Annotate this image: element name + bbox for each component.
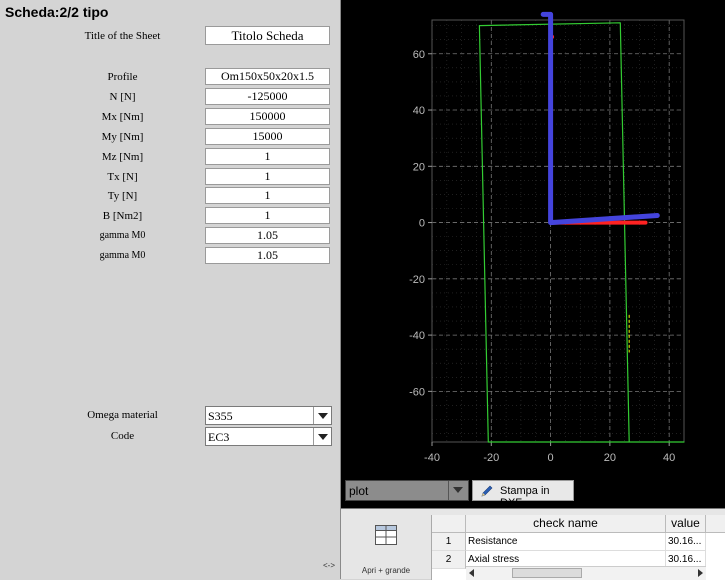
x-tick-label: -20 [483, 452, 499, 464]
profile-input[interactable]: Om150x50x20x1.5 [205, 68, 330, 85]
table-icon [375, 525, 397, 545]
x-tick-label: 40 [663, 452, 675, 464]
y-tick-label: -20 [409, 274, 425, 286]
open-large-label: Apri + grande [361, 566, 411, 575]
print-dxf-button[interactable]: Stampa in DXF [472, 480, 574, 509]
profile-label: Profile [107, 71, 138, 83]
series-red [548, 34, 648, 225]
n-label: N [N] [109, 91, 136, 103]
code-value: EC3 [208, 430, 230, 444]
section-plot[interactable]: -40 -20 0 20 40 60 40 20 0 -20 -40 -60 [341, 0, 725, 478]
y-tick-label: -40 [409, 330, 425, 342]
table-cell-check-name[interactable]: Resistance [466, 533, 666, 551]
gamma-m0-input[interactable]: 1.05 [205, 227, 330, 244]
chevron-down-icon[interactable] [313, 428, 331, 445]
tx-label: Tx [N] [107, 171, 138, 183]
plot-frame [431, 19, 685, 443]
open-large-button[interactable]: Apri + grande [351, 513, 421, 575]
omega-material-value: S355 [208, 409, 233, 423]
x-tick-label: -40 [424, 452, 440, 464]
results-panel: Apri + grande check name value 1 Resista… [341, 508, 725, 580]
omega-material-select[interactable]: S355 [205, 406, 332, 425]
gamma-m0-label-2: gamma M0 [99, 250, 146, 261]
resize-handle-icon[interactable]: <-> [323, 561, 335, 570]
plot-tick-labels: -40 -20 0 20 40 60 40 20 0 -20 -40 -60 [409, 49, 675, 464]
series-blue [540, 11, 660, 226]
chevron-down-icon[interactable] [448, 481, 468, 500]
pencil-icon [481, 485, 493, 497]
title-of-sheet-input[interactable]: Titolo Scheda [205, 26, 330, 45]
scroll-right-icon[interactable] [698, 569, 703, 577]
b-label: B [Nm2] [102, 210, 143, 222]
n-input[interactable]: -125000 [205, 88, 330, 105]
my-label: My [Nm] [101, 131, 144, 143]
my-input[interactable]: 15000 [205, 128, 330, 145]
mx-label: Mx [Nm] [101, 111, 144, 123]
row-number: 2 [432, 551, 466, 569]
omega-material-label: Omega material [87, 409, 158, 421]
gamma-m0-label: gamma M0 [99, 230, 146, 241]
mz-input[interactable]: 1 [205, 148, 330, 165]
table-cell-value[interactable]: 30.16... [666, 533, 706, 551]
code-select[interactable]: EC3 [205, 427, 332, 446]
y-tick-label: 40 [413, 105, 425, 117]
horizontal-scrollbar[interactable] [466, 566, 706, 580]
plot-panel: -40 -20 0 20 40 60 40 20 0 -20 -40 -60 plot Stampa … [341, 0, 725, 509]
scrollbar-thumb[interactable] [512, 568, 582, 578]
row-number-header [432, 515, 466, 533]
mz-label: Mz [Nm] [101, 151, 144, 163]
x-tick-label: 0 [548, 452, 554, 464]
code-label: Code [110, 430, 135, 442]
title-of-sheet-label: Title of the Sheet [84, 30, 161, 42]
ty-input[interactable]: 1 [205, 187, 330, 204]
chevron-down-icon[interactable] [313, 407, 331, 424]
y-tick-label: 60 [413, 49, 425, 61]
plot-select[interactable]: plot [345, 480, 469, 501]
b-input[interactable]: 1 [205, 207, 330, 224]
gamma-m0-input-2[interactable]: 1.05 [205, 247, 330, 264]
sheet-title: Scheda:2/2 tipo [5, 4, 109, 20]
plot-select-value: plot [349, 484, 369, 498]
plot-series [478, 11, 685, 443]
print-dxf-label: Stampa in DXF [500, 485, 550, 509]
x-tick-label: 20 [604, 452, 616, 464]
ty-label: Ty [N] [107, 190, 138, 202]
row-number: 1 [432, 533, 466, 551]
y-tick-label: 20 [413, 161, 425, 173]
series-outline [478, 22, 685, 443]
value-header[interactable]: value [666, 515, 706, 533]
input-panel: Scheda:2/2 tipo Title of the Sheet Titol… [0, 0, 340, 579]
y-tick-label: 0 [419, 218, 425, 230]
extra-header [706, 515, 725, 533]
check-name-header[interactable]: check name [466, 515, 666, 533]
plot-grid [431, 20, 684, 442]
mx-input[interactable]: 150000 [205, 108, 330, 125]
tx-input[interactable]: 1 [205, 168, 330, 185]
y-tick-label: -60 [409, 386, 425, 398]
scroll-left-icon[interactable] [469, 569, 474, 577]
plot-axes [428, 19, 685, 446]
results-table: check name value 1 Resistance 30.16... 2… [431, 515, 725, 580]
